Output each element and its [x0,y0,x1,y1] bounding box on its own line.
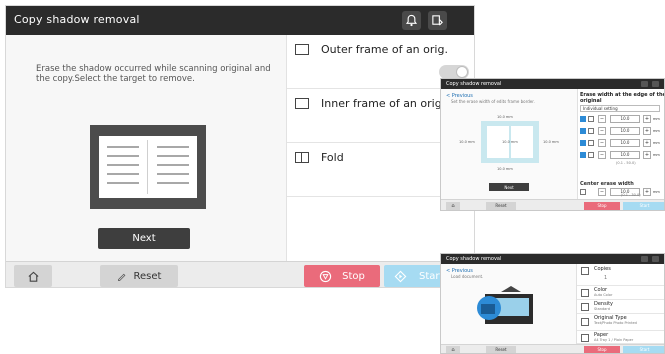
stop-button[interactable]: Stop [304,265,380,287]
stop-button[interactable]: Stop [584,346,620,353]
outer-frame-toggle[interactable] [439,65,469,79]
open-book-icon [99,136,197,198]
mini-title-bar: Copy shadow removal [441,79,664,89]
fold-icon [295,152,309,163]
value-field[interactable]: 10.0 [610,151,640,159]
title-bar: Copy shadow removal [6,6,474,35]
range-text: (0.1 - 50.0) [616,161,636,165]
original-type-setting[interactable]: Original Type Text/Photo Photo Printed [577,314,664,331]
minus-button[interactable]: − [598,127,606,135]
bottom-width-label: 10.0 mm [497,167,513,171]
copy-settings-panel: Copies 1 Color Auto Color Density Standa… [576,264,664,344]
mini-title-bar: Copy shadow removal [441,254,664,264]
center-width-label: 10.0 mm [502,140,518,144]
setting-select[interactable]: Individual setting [580,105,660,112]
page-title: Copy shadow removal [14,13,140,26]
home-button[interactable]: ⌂ [446,346,460,353]
density-icon [581,303,589,311]
paper-icon [581,334,589,342]
checkbox[interactable] [580,116,586,122]
home-button[interactable] [14,265,52,287]
mini-next-button[interactable]: Next [489,183,529,191]
job-status-icon [652,81,659,87]
checkbox[interactable] [580,152,586,158]
option-label: Inner frame of an orig [321,97,442,110]
instruction-text: Erase the shadow occurred while scanning… [36,64,271,84]
copies-icon [581,267,589,275]
edge-top-icon [588,116,594,122]
reset-button[interactable]: Reset [486,202,516,210]
center-erase-heading: Center erase width [580,181,634,187]
option-label: Fold [321,151,344,164]
mini-footer: ⌂ Reset Stop Start [441,199,664,210]
checkbox[interactable] [580,128,586,134]
reset-button[interactable]: Reset [486,346,516,353]
book-illustration [90,125,206,209]
stop-icon [319,270,332,282]
plus-button[interactable]: + [643,115,651,123]
color-icon [581,289,589,297]
job-status-icon[interactable] [428,11,447,30]
erase-width-panel: Erase width at the edge of the original … [577,89,665,199]
top-width-label: 10.0 mm [497,115,513,119]
copies-value[interactable]: 1 [604,275,607,281]
main-screen: Copy shadow removal Erase the shadow occ… [5,5,475,288]
start-button[interactable]: Start [623,202,664,210]
minus-button[interactable]: − [598,139,606,147]
eraser-icon [117,273,125,281]
home-icon [27,271,39,282]
mini-footer: ⌂ Reset Stop Start [441,344,664,353]
bell-icon [641,256,648,262]
frame-icon [295,44,309,55]
checkbox[interactable] [580,140,586,146]
start-icon [394,270,407,282]
value-field[interactable]: 10.0 [610,127,640,135]
plus-button[interactable]: + [643,139,651,147]
footer-bar: Reset Stop Start [6,261,474,287]
home-button[interactable]: ⌂ [446,202,460,210]
frame-icon [295,98,309,109]
minus-button[interactable]: − [598,151,606,159]
mini-instruction: Set the erase width of edits frame borde… [451,99,535,104]
center-range-text: (0.1 - 30.0) [621,193,641,197]
color-setting[interactable]: Color Auto Color [577,286,664,300]
value-field[interactable]: 10.0 [610,139,640,147]
plus-button[interactable]: + [643,127,651,135]
erase-width-screen-preview: Copy shadow removal < Previous Set the e… [440,78,665,211]
plus-button[interactable]: + [643,151,651,159]
job-status-icon [652,256,659,262]
next-button[interactable]: Next [98,228,190,249]
edge-left-icon [588,140,594,146]
scanner-illustration-icon [477,286,533,324]
reset-button[interactable]: Reset [100,265,178,287]
edge-right-icon [588,152,594,158]
stop-button[interactable]: Stop [584,202,620,210]
density-setting[interactable]: Density Standard [577,300,664,314]
illustration-panel: Erase the shadow occurred while scanning… [6,35,286,261]
erase-width-heading: Erase width at the edge of the original [580,92,665,104]
mini-instruction: Load document. [451,274,484,279]
start-button[interactable]: Start [623,346,664,353]
load-document-screen-preview: Copy shadow removal < Previous Load docu… [440,253,665,354]
minus-button[interactable]: − [598,115,606,123]
erase-row-bottom: − 10.0 + mm [580,127,664,136]
erase-row-top: − 10.0 + mm [580,115,664,124]
bell-icon [641,81,648,87]
original-type-icon [581,318,589,326]
option-label: Outer frame of an orig. [321,43,448,56]
erase-row-right: − 10.0 + mm [580,151,664,160]
left-width-label: 10.0 mm [459,140,475,144]
copies-setting[interactable]: Copies 1 [577,264,664,286]
plus-button[interactable]: + [643,188,651,196]
paper-setting[interactable]: Paper A4 Tray 1 / Plain Paper [577,331,664,344]
erase-row-left: − 10.0 + mm [580,139,664,148]
value-field[interactable]: 10.0 [610,115,640,123]
bell-icon[interactable] [402,11,421,30]
edge-bottom-icon [588,128,594,134]
center-icon [580,189,586,195]
minus-button[interactable]: − [598,188,606,196]
right-width-label: 10.0 mm [543,140,559,144]
